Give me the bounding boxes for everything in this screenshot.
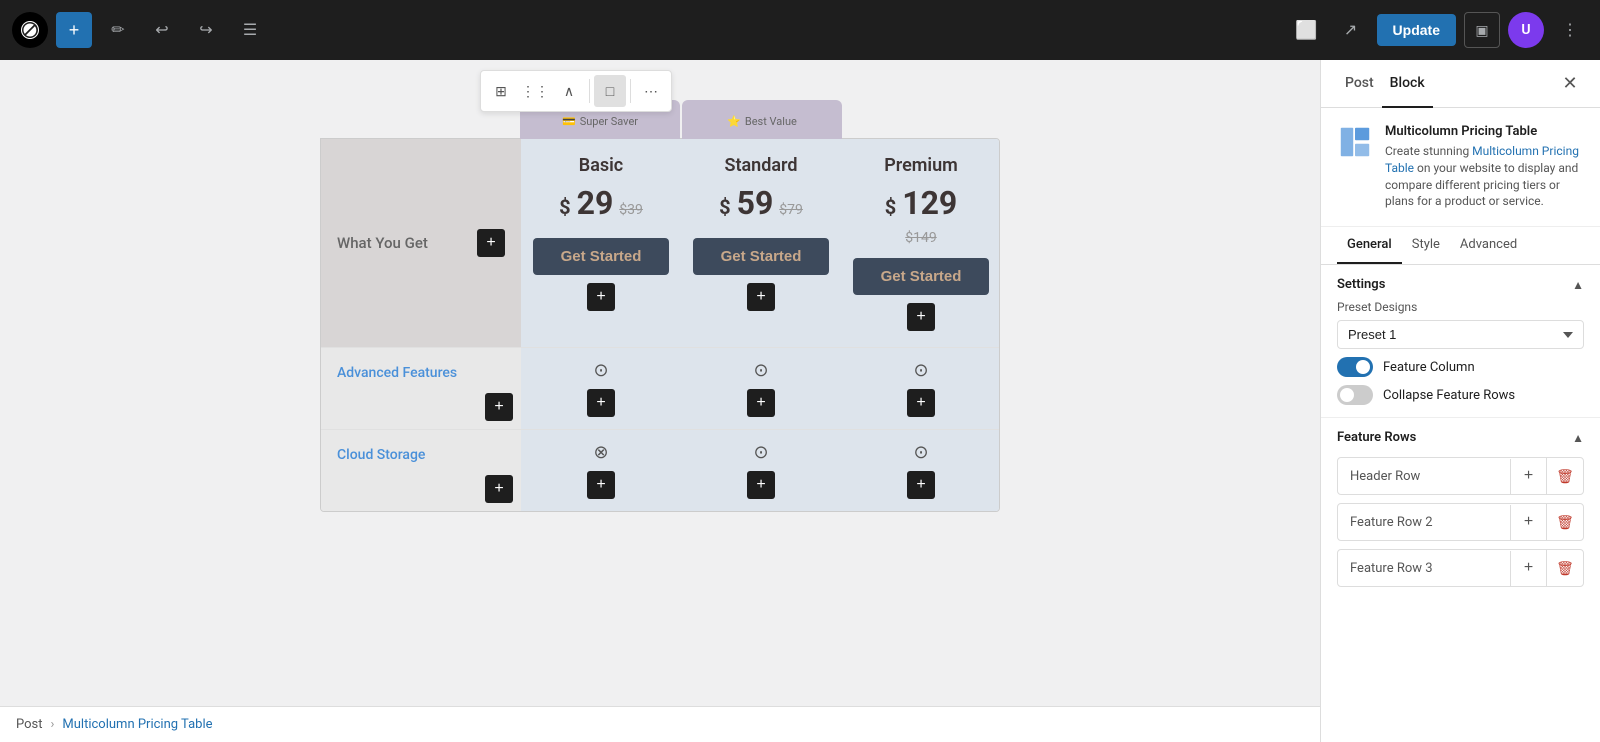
undo-button[interactable]: ↩ — [144, 12, 180, 48]
feature-row-header: Header Row + 🗑 — [1337, 457, 1584, 495]
block-info-title: Multicolumn Pricing Table — [1385, 124, 1584, 139]
add-premium-col-button[interactable]: + — [907, 303, 935, 331]
panel-body: Multicolumn Pricing Table Create stunnin… — [1321, 108, 1600, 742]
standard-cloud-cell: ⊙ + — [681, 429, 841, 511]
block-info-desc: Create stunning Multicolumn Pricing Tabl… — [1385, 143, 1584, 210]
feature-column-toggle-row: Feature Column — [1337, 357, 1584, 377]
standard-price-row: $ 59 $79 — [693, 184, 829, 222]
feature-row-3-add-button[interactable]: + — [1511, 550, 1547, 586]
editor-area: ⊞ ⋮⋮ ∧ □ ⋯ 💳 Super Saver — [0, 60, 1320, 742]
preset-designs-select[interactable]: Preset 1 Preset 2 Preset 3 — [1337, 320, 1584, 349]
collapse-feature-rows-toggle-row: Collapse Feature Rows — [1337, 385, 1584, 405]
add-advanced-features-button[interactable]: + — [485, 393, 513, 421]
feature-row-3-del-button[interactable]: 🗑 — [1547, 550, 1583, 586]
main-layout: ⊞ ⋮⋮ ∧ □ ⋯ 💳 Super Saver — [0, 60, 1600, 742]
settings-section: Settings ▲ Preset Designs Preset 1 Prese… — [1321, 265, 1600, 418]
feature-column-toggle[interactable] — [1337, 357, 1373, 377]
basic-col-header: Basic $ 29 $39 Get Started + — [521, 139, 681, 347]
feature-row-2-del-button[interactable]: 🗑 — [1547, 504, 1583, 540]
right-panel: Post Block ✕ Multicolumn Pricing Table C… — [1320, 60, 1600, 742]
premium-advanced-cell: ⊙ + — [841, 347, 1000, 429]
cloud-storage-cell: Cloud Storage + — [321, 429, 521, 511]
settings-toggle-button[interactable]: ▣ — [1464, 12, 1500, 48]
block-toolbar: ⊞ ⋮⋮ ∧ □ ⋯ — [480, 70, 672, 112]
update-button[interactable]: Update — [1377, 14, 1456, 46]
tools-button[interactable]: ✏ — [100, 12, 136, 48]
standard-col-header: Standard $ 59 $79 Get Started + — [681, 139, 841, 347]
add-premium-cloud-button[interactable]: + — [907, 471, 935, 499]
basic-advanced-cell: ⊙ + — [521, 347, 681, 429]
add-cloud-storage-button[interactable]: + — [485, 475, 513, 503]
topbar: + ✏ ↩ ↪ ☰ ⬜ ↗ Update ▣ U ⋮ — [0, 0, 1600, 60]
move-up-button[interactable]: ∧ — [553, 75, 585, 107]
subtab-general[interactable]: General — [1337, 227, 1402, 264]
feature-row-2: Feature Row 2 + 🗑 — [1337, 503, 1584, 541]
feature-rows-header[interactable]: Feature Rows ▲ — [1337, 430, 1584, 445]
subtab-style[interactable]: Style — [1402, 227, 1450, 264]
premium-price-row: $ 129 — [853, 184, 989, 222]
preview-desktop-button[interactable]: ⬜ — [1289, 12, 1325, 48]
add-standard-cloud-button[interactable]: + — [747, 471, 775, 499]
breadcrumb-separator: › — [51, 717, 55, 732]
panel-header: Post Block ✕ — [1321, 60, 1600, 108]
feature-row-header-del-button[interactable]: 🗑 — [1547, 458, 1583, 494]
tab-post[interactable]: Post — [1337, 60, 1382, 108]
toolbar-separator-2 — [630, 79, 631, 103]
settings-collapse-icon: ▲ — [1572, 278, 1584, 292]
add-premium-adv-button[interactable]: + — [907, 389, 935, 417]
premium-cloud-cell: ⊙ + — [841, 429, 1000, 511]
block-info-text: Multicolumn Pricing Table Create stunnin… — [1385, 124, 1584, 210]
premium-cta-button[interactable]: Get Started — [853, 258, 989, 295]
premium-col-header: Premium $ 129 $149 Get Started + — [841, 139, 1000, 347]
pricing-table: What You Get + Basic $ 29 $39 Get Starte… — [320, 138, 1000, 512]
layout-button[interactable]: □ — [594, 75, 626, 107]
add-basic-adv-button[interactable]: + — [587, 389, 615, 417]
standard-cta-button[interactable]: Get Started — [693, 238, 829, 275]
list-view-button[interactable]: ☰ — [232, 12, 268, 48]
best-value-header: ⭐ Best Value — [682, 100, 842, 139]
add-standard-adv-button[interactable]: + — [747, 389, 775, 417]
basic-cloud-cell: ⊗ + — [521, 429, 681, 511]
basic-price-row: $ 29 $39 — [533, 184, 669, 222]
feature-row-header-add-button[interactable]: + — [1511, 458, 1547, 494]
add-basic-cloud-button[interactable]: + — [587, 471, 615, 499]
add-block-button[interactable]: + — [56, 12, 92, 48]
wp-logo[interactable] — [12, 12, 48, 48]
add-feature-col-button[interactable]: + — [477, 229, 505, 257]
drag-handle-button[interactable]: ⋮⋮ — [519, 75, 551, 107]
add-standard-col-button[interactable]: + — [747, 283, 775, 311]
feature-row-2-add-button[interactable]: + — [1511, 504, 1547, 540]
panel-close-button[interactable]: ✕ — [1556, 70, 1584, 98]
breadcrumb-current[interactable]: Multicolumn Pricing Table — [62, 717, 212, 732]
more-options-button[interactable]: ⋮ — [1552, 12, 1588, 48]
advanced-features-cell: Advanced Features + — [321, 347, 521, 429]
add-basic-col-button[interactable]: + — [587, 283, 615, 311]
collapse-feature-rows-toggle[interactable] — [1337, 385, 1373, 405]
toolbar-separator — [589, 79, 590, 103]
preview-external-button[interactable]: ↗ — [1333, 12, 1369, 48]
preset-designs-label: Preset Designs — [1337, 300, 1584, 314]
feature-rows-collapse-icon: ▲ — [1572, 431, 1584, 445]
block-type-button[interactable]: ⊞ — [485, 75, 517, 107]
standard-advanced-cell: ⊙ + — [681, 347, 841, 429]
settings-section-header[interactable]: Settings ▲ — [1337, 277, 1584, 292]
redo-button[interactable]: ↪ — [188, 12, 224, 48]
more-toolbar-button[interactable]: ⋯ — [635, 75, 667, 107]
basic-cta-button[interactable]: Get Started — [533, 238, 669, 275]
panel-subtabs: General Style Advanced — [1321, 227, 1600, 265]
feature-rows-section: Feature Rows ▲ Header Row + 🗑 Feature Ro… — [1321, 418, 1600, 607]
feature-row-3: Feature Row 3 + 🗑 — [1337, 549, 1584, 587]
block-info: Multicolumn Pricing Table Create stunnin… — [1321, 108, 1600, 227]
feature-col-header: What You Get + — [321, 139, 521, 347]
bottom-bar: Post › Multicolumn Pricing Table — [0, 706, 1320, 742]
block-icon — [1337, 124, 1373, 160]
subtab-advanced[interactable]: Advanced — [1450, 227, 1527, 264]
tab-block[interactable]: Block — [1382, 60, 1433, 108]
avatar[interactable]: U — [1508, 12, 1544, 48]
canvas: 💳 Super Saver ⭐ Best Value — [0, 60, 1320, 706]
breadcrumb-post[interactable]: Post — [16, 717, 43, 732]
